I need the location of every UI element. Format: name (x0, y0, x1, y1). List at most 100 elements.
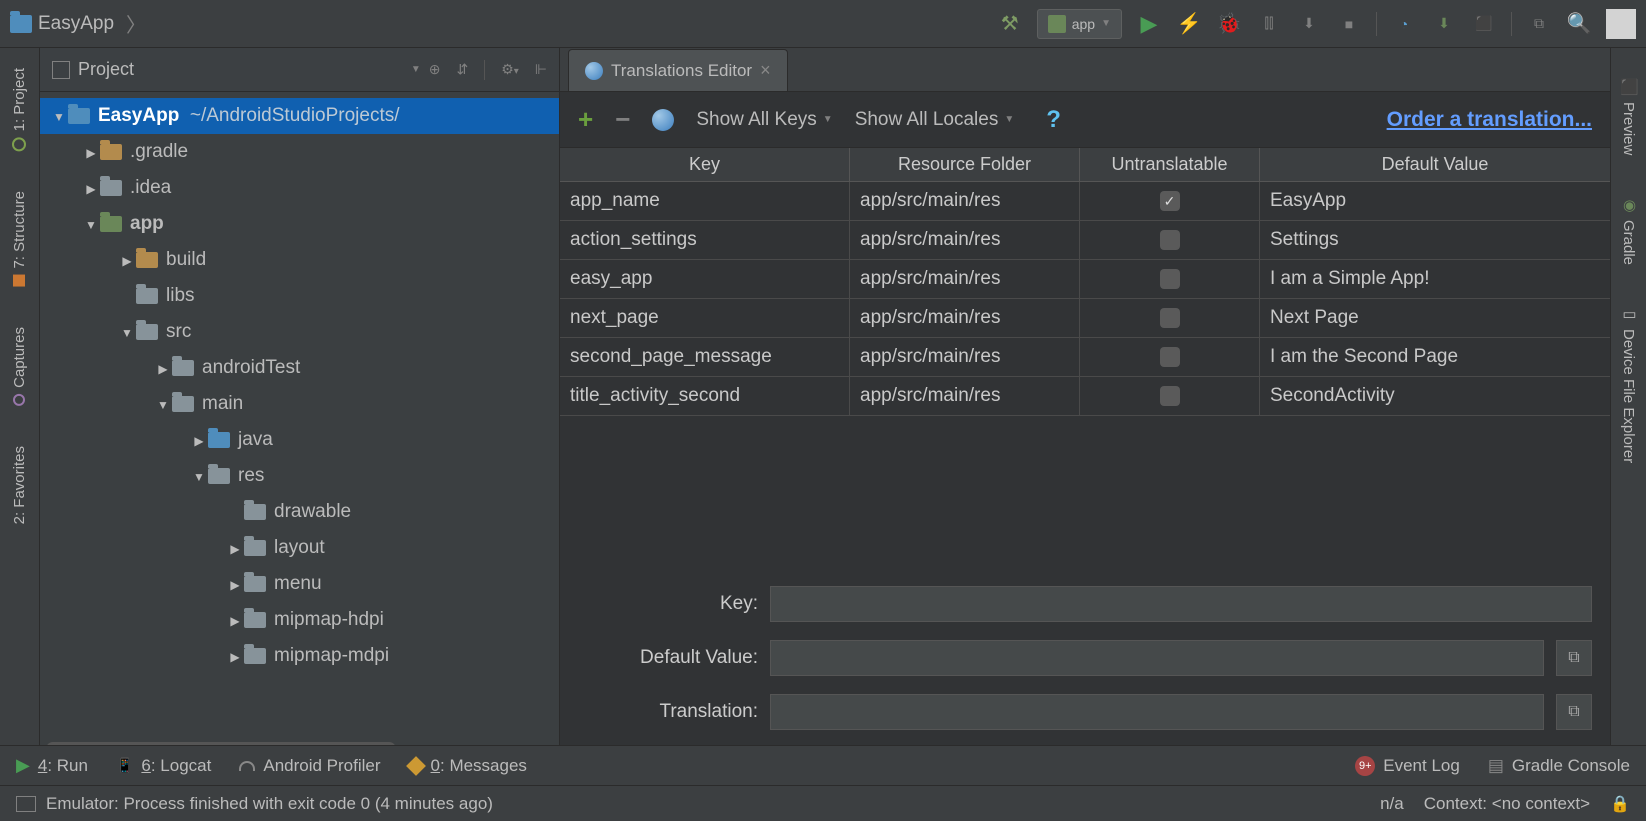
right-tab-device-explorer[interactable]: ▭Device File Explorer (1620, 305, 1638, 463)
sdk-manager-icon[interactable]: ⬛ (1471, 11, 1497, 37)
expand-arrow-icon[interactable] (82, 216, 100, 232)
status-bar-widgets-icon[interactable] (16, 796, 36, 812)
default-value-input[interactable] (770, 640, 1544, 676)
bottom-tab-messages[interactable]: 0: Messages (409, 756, 527, 776)
avd-manager-icon[interactable]: ⬇ (1431, 11, 1457, 37)
expand-arrow-icon[interactable] (50, 108, 68, 124)
tree-item[interactable]: androidTest (40, 350, 559, 386)
tree-item[interactable]: app (40, 206, 559, 242)
left-tab-structure[interactable]: 7: Structure (11, 191, 28, 287)
tree-root[interactable]: EasyApp ~/AndroidStudioProjects/ (40, 98, 559, 134)
breadcrumb[interactable]: EasyApp 〉 (10, 9, 997, 38)
status-context[interactable]: Context: <no context> (1424, 794, 1590, 814)
expand-arrow-icon[interactable] (154, 360, 172, 376)
cell-default-value[interactable]: I am the Second Page (1260, 338, 1610, 376)
cell-key[interactable]: second_page_message (560, 338, 850, 376)
expand-arrow-icon[interactable] (226, 576, 244, 592)
table-row[interactable]: app_nameapp/src/main/resEasyApp (560, 182, 1610, 221)
table-row[interactable]: next_pageapp/src/main/res Next Page (560, 299, 1610, 338)
cell-resource-folder[interactable]: app/src/main/res (850, 338, 1080, 376)
project-tree[interactable]: EasyApp ~/AndroidStudioProjects/ .gradle… (40, 92, 559, 760)
tree-item[interactable]: layout (40, 530, 559, 566)
checkbox[interactable] (1160, 308, 1180, 328)
cell-resource-folder[interactable]: app/src/main/res (850, 182, 1080, 220)
status-na[interactable]: n/a (1380, 794, 1404, 814)
layout-icon[interactable]: ⧉ (1526, 11, 1552, 37)
show-all-locales-select[interactable]: Show All Locales▼ (855, 109, 1015, 131)
cell-key[interactable]: easy_app (560, 260, 850, 298)
remove-key-icon[interactable]: − (615, 104, 630, 135)
expand-arrow-icon[interactable] (118, 252, 136, 268)
hide-panel-icon[interactable]: ⊩ (535, 61, 547, 78)
cell-untranslatable[interactable] (1080, 338, 1260, 376)
stop-icon[interactable]: ■ (1336, 11, 1362, 37)
cell-resource-folder[interactable]: app/src/main/res (850, 221, 1080, 259)
cell-key[interactable]: action_settings (560, 221, 850, 259)
left-tab-captures[interactable]: Captures (11, 327, 28, 406)
tree-item[interactable]: drawable (40, 494, 559, 530)
left-tab-project[interactable]: 1: Project (11, 68, 28, 151)
expand-arrow-icon[interactable] (190, 432, 208, 448)
right-tab-preview[interactable]: ⬛Preview (1620, 78, 1638, 156)
right-tab-gradle[interactable]: ◉Gradle (1620, 196, 1638, 265)
table-row[interactable]: second_page_messageapp/src/main/res I am … (560, 338, 1610, 377)
cell-default-value[interactable]: EasyApp (1260, 182, 1610, 220)
bottom-tab-logcat[interactable]: 📱 6: Logcat (116, 756, 211, 776)
expand-arrow-icon[interactable] (226, 540, 244, 556)
debug-icon[interactable]: 🐞 (1216, 11, 1242, 37)
col-header-default-value[interactable]: Default Value (1260, 148, 1610, 181)
scroll-from-source-icon[interactable]: ⊕ (429, 61, 441, 78)
tree-item[interactable]: src (40, 314, 559, 350)
cell-key[interactable]: next_page (560, 299, 850, 337)
build-icon[interactable]: ⚒ (997, 11, 1023, 37)
profile-icon[interactable]: ⫿⫿ (1256, 11, 1282, 37)
col-header-key[interactable]: Key (560, 148, 850, 181)
search-icon[interactable]: 🔍 (1566, 11, 1592, 37)
browse-default-button[interactable]: ⧉ (1556, 640, 1592, 676)
cell-untranslatable[interactable] (1080, 221, 1260, 259)
cell-key[interactable]: title_activity_second (560, 377, 850, 415)
help-icon[interactable]: ? (1046, 106, 1061, 134)
add-locale-icon[interactable] (652, 109, 674, 131)
apply-changes-icon[interactable]: ⚡ (1176, 11, 1202, 37)
cell-default-value[interactable]: Settings (1260, 221, 1610, 259)
left-tab-favorites[interactable]: 2: Favorites (11, 446, 28, 524)
expand-arrow-icon[interactable] (154, 396, 172, 412)
cell-default-value[interactable]: SecondActivity (1260, 377, 1610, 415)
tree-item[interactable]: menu (40, 566, 559, 602)
tree-item[interactable]: res (40, 458, 559, 494)
key-input[interactable] (770, 586, 1592, 622)
sync-icon[interactable]: ◔ (1391, 11, 1417, 37)
run-icon[interactable]: ▶ (1136, 11, 1162, 37)
table-row[interactable]: title_activity_secondapp/src/main/res Sec… (560, 377, 1610, 416)
tree-item[interactable]: mipmap-mdpi (40, 638, 559, 674)
cell-untranslatable[interactable] (1080, 377, 1260, 415)
tree-item[interactable]: .idea (40, 170, 559, 206)
expand-arrow-icon[interactable] (82, 180, 100, 196)
table-row[interactable]: easy_appapp/src/main/resI am a Simple Ap… (560, 260, 1610, 299)
expand-arrow-icon[interactable] (82, 144, 100, 160)
cell-resource-folder[interactable]: app/src/main/res (850, 377, 1080, 415)
cell-untranslatable[interactable] (1080, 182, 1260, 220)
checkbox[interactable] (1160, 191, 1180, 211)
order-translation-link[interactable]: Order a translation... (1387, 108, 1592, 132)
translation-input[interactable] (770, 694, 1544, 730)
checkbox[interactable] (1160, 269, 1180, 289)
expand-arrow-icon[interactable] (226, 612, 244, 628)
cell-default-value[interactable]: Next Page (1260, 299, 1610, 337)
cell-untranslatable[interactable] (1080, 299, 1260, 337)
expand-arrow-icon[interactable] (226, 648, 244, 664)
bottom-tab-profiler[interactable]: Android Profiler (239, 756, 380, 776)
run-config-select[interactable]: app ▼ (1037, 9, 1122, 39)
project-view-select[interactable]: Project ▼ (52, 59, 421, 80)
close-icon[interactable]: × (760, 60, 771, 81)
add-key-icon[interactable]: + (578, 104, 593, 135)
checkbox[interactable] (1160, 347, 1180, 367)
bottom-tab-gradle-console[interactable]: ▤ Gradle Console (1488, 756, 1630, 776)
tree-item[interactable]: java (40, 422, 559, 458)
lock-icon[interactable]: 🔒 (1610, 794, 1630, 814)
table-row[interactable]: action_settingsapp/src/main/res Settings (560, 221, 1610, 260)
tree-item[interactable]: mipmap-hdpi (40, 602, 559, 638)
cell-resource-folder[interactable]: app/src/main/res (850, 299, 1080, 337)
bottom-tab-run[interactable]: ▶ 4: Run (16, 755, 88, 776)
